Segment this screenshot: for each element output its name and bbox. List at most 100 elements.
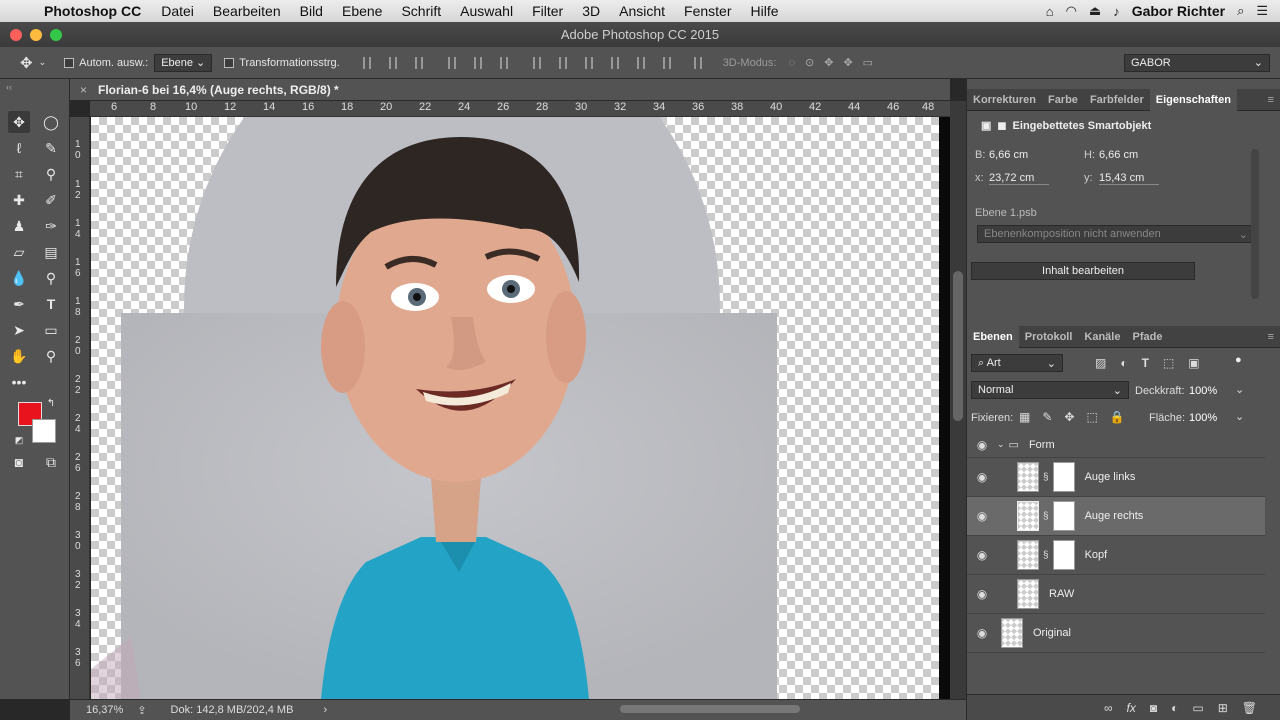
lock-transparency-icon[interactable]: ▦ xyxy=(1019,410,1030,424)
document-tab[interactable]: × Florian-6 bei 16,4% (Auge rechts, RGB/… xyxy=(70,79,950,101)
type-tool-icon[interactable]: T xyxy=(40,293,62,315)
new-group-icon[interactable]: ▭ xyxy=(1192,701,1203,715)
layer-row[interactable]: ◉ § Auge links xyxy=(967,458,1265,497)
rectangle-tool-icon[interactable]: ▭ xyxy=(40,319,62,341)
eject-icon[interactable]: ⏏ xyxy=(1089,3,1101,19)
hand-tool-icon[interactable]: ✋ xyxy=(8,345,30,367)
mask-icon[interactable]: ◼ xyxy=(997,119,1006,132)
properties-scrollbar[interactable] xyxy=(1251,149,1259,299)
tab-eigenschaften[interactable]: Eigenschaften xyxy=(1149,88,1237,111)
user-name[interactable]: Gabor Richter xyxy=(1132,3,1225,19)
add-mask-icon[interactable]: ◙ xyxy=(1150,701,1157,715)
x-value[interactable]: 23,72 cm xyxy=(989,172,1049,185)
blur-tool-icon[interactable]: 💧 xyxy=(8,267,30,289)
app-menu[interactable]: Photoshop CC xyxy=(44,3,141,19)
quick-select-tool-icon[interactable]: ✎ xyxy=(40,137,62,159)
distribute-right-icon[interactable] xyxy=(662,56,671,69)
background-color-swatch[interactable] xyxy=(32,419,56,443)
eraser-tool-icon[interactable]: ▱ xyxy=(8,241,30,263)
zoom-tool-icon[interactable]: ⚲ xyxy=(40,345,62,367)
eye-icon[interactable]: ◉ xyxy=(967,470,997,484)
chevron-down-icon[interactable]: ⌄ xyxy=(1235,410,1244,423)
tab-farbfelder[interactable]: Farbfelder xyxy=(1084,94,1150,106)
chevron-right-icon[interactable]: › xyxy=(323,704,327,716)
layer-group-row[interactable]: ◉ ⌄ ▭ Form xyxy=(967,432,1265,458)
3d-tools-icons[interactable]: ◌⊙✥✥▭ xyxy=(788,56,883,69)
document-canvas[interactable] xyxy=(91,117,939,699)
lock-pixels-icon[interactable]: ✎ xyxy=(1042,410,1052,424)
menu-ebene[interactable]: Ebene xyxy=(342,3,382,19)
lasso-tool-icon[interactable]: ℓ xyxy=(8,137,30,159)
menu-3d[interactable]: 3D xyxy=(582,3,600,19)
align-hcenter-icon[interactable] xyxy=(473,56,482,69)
close-tab-icon[interactable]: × xyxy=(80,79,87,101)
tab-kanaele[interactable]: Kanäle xyxy=(1078,331,1126,343)
filter-shape-icon[interactable]: ⬚ xyxy=(1163,356,1174,370)
screen-mode-icon[interactable]: ⧉ xyxy=(40,451,62,473)
layer-filter-dropdown[interactable]: ⌕ Art ⌄ xyxy=(971,354,1063,372)
eye-icon[interactable]: ◉ xyxy=(967,626,997,640)
layer-row[interactable]: ◉ RAW xyxy=(967,575,1265,614)
blend-mode-dropdown[interactable]: Normal ⌄ xyxy=(971,381,1129,399)
quick-mask-icon[interactable]: ◙ xyxy=(8,451,30,473)
stamp-tool-icon[interactable]: ♟ xyxy=(8,215,30,237)
layer-mask-thumbnail[interactable] xyxy=(1052,501,1075,531)
tab-korrekturen[interactable]: Korrekturen xyxy=(967,94,1042,106)
filter-smart-object-icon[interactable]: ▣ xyxy=(1188,356,1199,370)
eye-icon[interactable]: ◉ xyxy=(967,548,997,562)
menu-bild[interactable]: Bild xyxy=(300,3,323,19)
layer-mask-thumbnail[interactable] xyxy=(1052,462,1075,492)
filter-adjustment-icon[interactable]: ◐ xyxy=(1120,356,1127,370)
link-icon[interactable]: § xyxy=(1043,472,1049,483)
fx-icon[interactable]: fx xyxy=(1127,701,1136,715)
menu-datei[interactable]: Datei xyxy=(161,3,194,19)
healing-tool-icon[interactable]: ✚ xyxy=(8,189,30,211)
scroll-thumb[interactable] xyxy=(953,271,963,421)
menu-filter[interactable]: Filter xyxy=(532,3,563,19)
home-icon[interactable]: ⌂ xyxy=(1046,4,1054,19)
lock-all-icon[interactable]: 🔒 xyxy=(1110,410,1125,424)
search-icon[interactable]: ⌕ xyxy=(1237,3,1244,19)
align-bottom-icon[interactable] xyxy=(414,56,423,69)
zoom-button[interactable] xyxy=(50,29,62,41)
eye-icon[interactable]: ◉ xyxy=(967,587,997,601)
new-layer-icon[interactable]: ⊞ xyxy=(1218,701,1228,715)
opacity-value[interactable]: 100% xyxy=(1189,385,1217,397)
align-right-icon[interactable] xyxy=(499,56,508,69)
menu-fenster[interactable]: Fenster xyxy=(684,3,731,19)
layer-row-selected[interactable]: ◉ § Auge rechts xyxy=(967,497,1265,536)
align-vcenter-icon[interactable] xyxy=(388,56,397,69)
height-value[interactable]: 6,66 cm xyxy=(1099,149,1138,161)
align-left-icon[interactable] xyxy=(447,56,456,69)
menu-hilfe[interactable]: Hilfe xyxy=(751,3,779,19)
toolbox-collapse[interactable]: ‹‹ xyxy=(0,79,69,101)
distribute-left-icon[interactable] xyxy=(610,56,619,69)
menu-auswahl[interactable]: Auswahl xyxy=(460,3,513,19)
share-icon[interactable]: ⇪ xyxy=(137,704,146,717)
more-tools-icon[interactable]: ••• xyxy=(8,371,30,393)
close-button[interactable] xyxy=(10,29,22,41)
y-value[interactable]: 15,43 cm xyxy=(1099,172,1159,185)
auto-select-dropdown[interactable]: Ebene ⌄ xyxy=(154,53,213,72)
move-tool-icon[interactable]: ✥ xyxy=(20,54,33,72)
distribute-vcenter-icon[interactable] xyxy=(558,56,567,69)
panel-menu-icon[interactable]: ≡ xyxy=(1262,331,1280,343)
path-select-tool-icon[interactable]: ➤ xyxy=(8,319,30,341)
horizontal-scroll-thumb[interactable] xyxy=(620,705,800,713)
eye-icon[interactable]: ◉ xyxy=(967,438,997,452)
eyedropper-tool-icon[interactable]: ⚲ xyxy=(40,163,62,185)
minimize-button[interactable] xyxy=(30,29,42,41)
chevron-down-icon[interactable]: ⌄ xyxy=(997,439,1005,450)
link-layers-icon[interactable]: ∞ xyxy=(1104,701,1113,715)
filter-pixel-icon[interactable]: ▨ xyxy=(1095,356,1106,370)
transform-controls-checkbox[interactable] xyxy=(224,57,235,68)
swap-colors-icon[interactable]: ↰ xyxy=(44,393,58,415)
tab-farbe[interactable]: Farbe xyxy=(1042,94,1084,106)
link-icon[interactable]: § xyxy=(1043,550,1049,561)
dodge-tool-icon[interactable]: ⚲ xyxy=(40,267,62,289)
tab-protokoll[interactable]: Protokoll xyxy=(1019,331,1079,343)
distribute-top-icon[interactable] xyxy=(532,56,541,69)
marquee-tool-icon[interactable]: ◯ xyxy=(40,111,62,133)
layer-mask-thumbnail[interactable] xyxy=(1052,540,1075,570)
tab-ebenen[interactable]: Ebenen xyxy=(967,325,1019,348)
